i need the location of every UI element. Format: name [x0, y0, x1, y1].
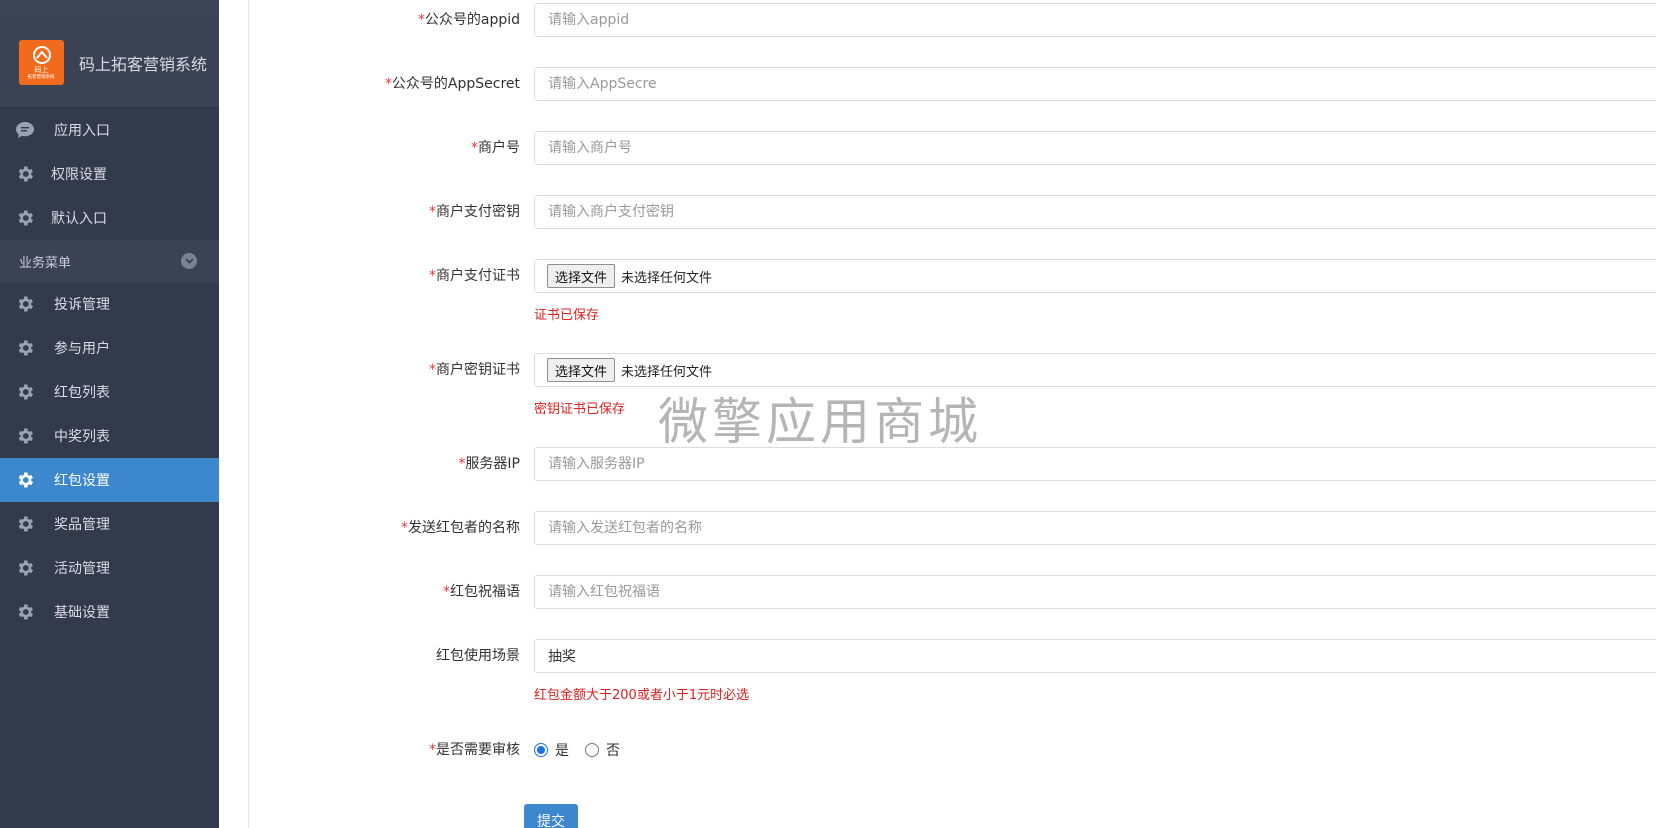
sidebar-item-redpacket-settings[interactable]: 红包设置: [0, 458, 219, 502]
merchant-id-label: *商户号: [471, 140, 520, 156]
settings-form: *公众号的appid *公众号的AppSecret *商户号 *商户支付密钥 *…: [249, 0, 1656, 828]
brand-title: 码上拓客营销系统: [79, 54, 208, 74]
pay-key-label: *商户支付密钥: [429, 204, 520, 220]
sender-name-input[interactable]: [534, 511, 1656, 545]
appid-input[interactable]: [534, 3, 1656, 37]
sidebar-item-label: 参与用户: [54, 341, 110, 357]
sidebar-item-label: 投诉管理: [54, 297, 110, 313]
sidebar-item-label: 红包设置: [54, 473, 110, 489]
sidebar-item-default-entry[interactable]: 默认入口: [0, 196, 219, 240]
gear-icon: [14, 557, 36, 579]
gear-icon: [14, 469, 36, 491]
sidebar-item-app-entry[interactable]: 应用入口: [0, 108, 219, 152]
pay-cert-file-status: 未选择任何文件: [621, 270, 713, 286]
sidebar-item-permissions[interactable]: 权限设置: [0, 152, 219, 196]
sidebar-item-activity-management[interactable]: 活动管理: [0, 546, 219, 590]
scene-selected-value: 抽奖: [548, 649, 576, 665]
sidebar: 码上 拓客营销系统 码上拓客营销系统 应用入口 权限设置 默认入口 业务菜单 投…: [0, 0, 219, 828]
sidebar-top-strip: [0, 0, 219, 18]
sidebar-item-basic-settings[interactable]: 基础设置: [0, 590, 219, 634]
review-radio-group: 是 否: [534, 740, 636, 760]
sidebar-item-label: 应用入口: [54, 123, 110, 139]
sidebar-item-participants[interactable]: 参与用户: [0, 326, 219, 370]
gear-icon: [14, 293, 36, 315]
key-cert-hint: 密钥证书已保存: [534, 402, 626, 417]
gear-icon: [14, 425, 36, 447]
section-label: 业务菜单: [19, 255, 72, 271]
pay-cert-file-field: 选择文件 未选择任何文件: [534, 259, 1656, 293]
review-no-radio[interactable]: [585, 743, 599, 757]
nav-top: 应用入口 权限设置 默认入口: [0, 108, 219, 240]
merchant-id-input[interactable]: [534, 131, 1656, 165]
wishing-label: *红包祝福语: [443, 584, 520, 600]
server-ip-input[interactable]: [534, 447, 1656, 481]
appsecret-input[interactable]: [534, 67, 1656, 101]
key-cert-file-status: 未选择任何文件: [621, 364, 713, 380]
key-cert-file-field: 选择文件 未选择任何文件: [534, 353, 1656, 387]
logo-line2: 拓客营销系统: [27, 73, 55, 80]
chat-icon: [14, 119, 36, 141]
wishing-input[interactable]: [534, 575, 1656, 609]
review-yes-label: 是: [555, 743, 569, 759]
nav-business: 投诉管理 参与用户 红包列表 中奖列表 红包设置 奖品管理 活动管理 基础设置: [0, 282, 219, 634]
brand-logo: 码上 拓客营销系统: [19, 40, 64, 85]
sidebar-item-winners-list[interactable]: 中奖列表: [0, 414, 219, 458]
server-ip-label: *服务器IP: [458, 456, 520, 472]
sidebar-section-business[interactable]: 业务菜单: [0, 240, 219, 282]
key-cert-label: *商户密钥证书: [429, 362, 520, 378]
sidebar-item-label: 权限设置: [51, 167, 107, 183]
gear-icon: [14, 207, 36, 229]
review-yes-radio[interactable]: [534, 743, 548, 757]
sidebar-item-label: 基础设置: [54, 605, 110, 621]
review-no-label: 否: [606, 743, 620, 759]
sidebar-item-redpacket-list[interactable]: 红包列表: [0, 370, 219, 414]
app-root: 码上 拓客营销系统 码上拓客营销系统 应用入口 权限设置 默认入口 业务菜单 投…: [0, 0, 1656, 828]
pay-key-input[interactable]: [534, 195, 1656, 229]
sidebar-item-label: 中奖列表: [54, 429, 110, 445]
gear-icon: [14, 163, 36, 185]
review-label: *是否需要审核: [429, 742, 520, 758]
chevron-down-icon: [181, 253, 197, 269]
sidebar-item-label: 默认入口: [51, 211, 107, 227]
gear-icon: [14, 337, 36, 359]
logo-line1: 码上: [34, 65, 49, 74]
scene-select[interactable]: 抽奖: [534, 639, 1656, 673]
pay-cert-label: *商户支付证书: [429, 268, 520, 284]
gear-icon: [14, 513, 36, 535]
sidebar-item-label: 奖品管理: [54, 517, 110, 533]
pay-cert-hint: 证书已保存: [534, 308, 600, 323]
brand[interactable]: 码上 拓客营销系统 码上拓客营销系统: [0, 18, 219, 108]
key-cert-choose-file-button[interactable]: 选择文件: [547, 358, 616, 382]
scene-label: 红包使用场景: [436, 648, 520, 664]
gear-icon: [14, 381, 36, 403]
logo-mark-icon: [32, 45, 51, 64]
sidebar-item-prize-management[interactable]: 奖品管理: [0, 502, 219, 546]
submit-button[interactable]: 提交: [524, 804, 578, 828]
sidebar-item-label: 活动管理: [54, 561, 110, 577]
appid-label: *公众号的appid: [417, 12, 520, 28]
sender-name-label: *发送红包者的名称: [401, 520, 520, 536]
pay-cert-choose-file-button[interactable]: 选择文件: [547, 264, 616, 288]
sidebar-item-label: 红包列表: [54, 385, 110, 401]
gear-icon: [14, 601, 36, 623]
appsecret-label: *公众号的AppSecret: [384, 76, 520, 92]
sidebar-item-complaints[interactable]: 投诉管理: [0, 282, 219, 326]
scene-hint: 红包金额大于200或者小于1元时必选: [534, 688, 750, 703]
